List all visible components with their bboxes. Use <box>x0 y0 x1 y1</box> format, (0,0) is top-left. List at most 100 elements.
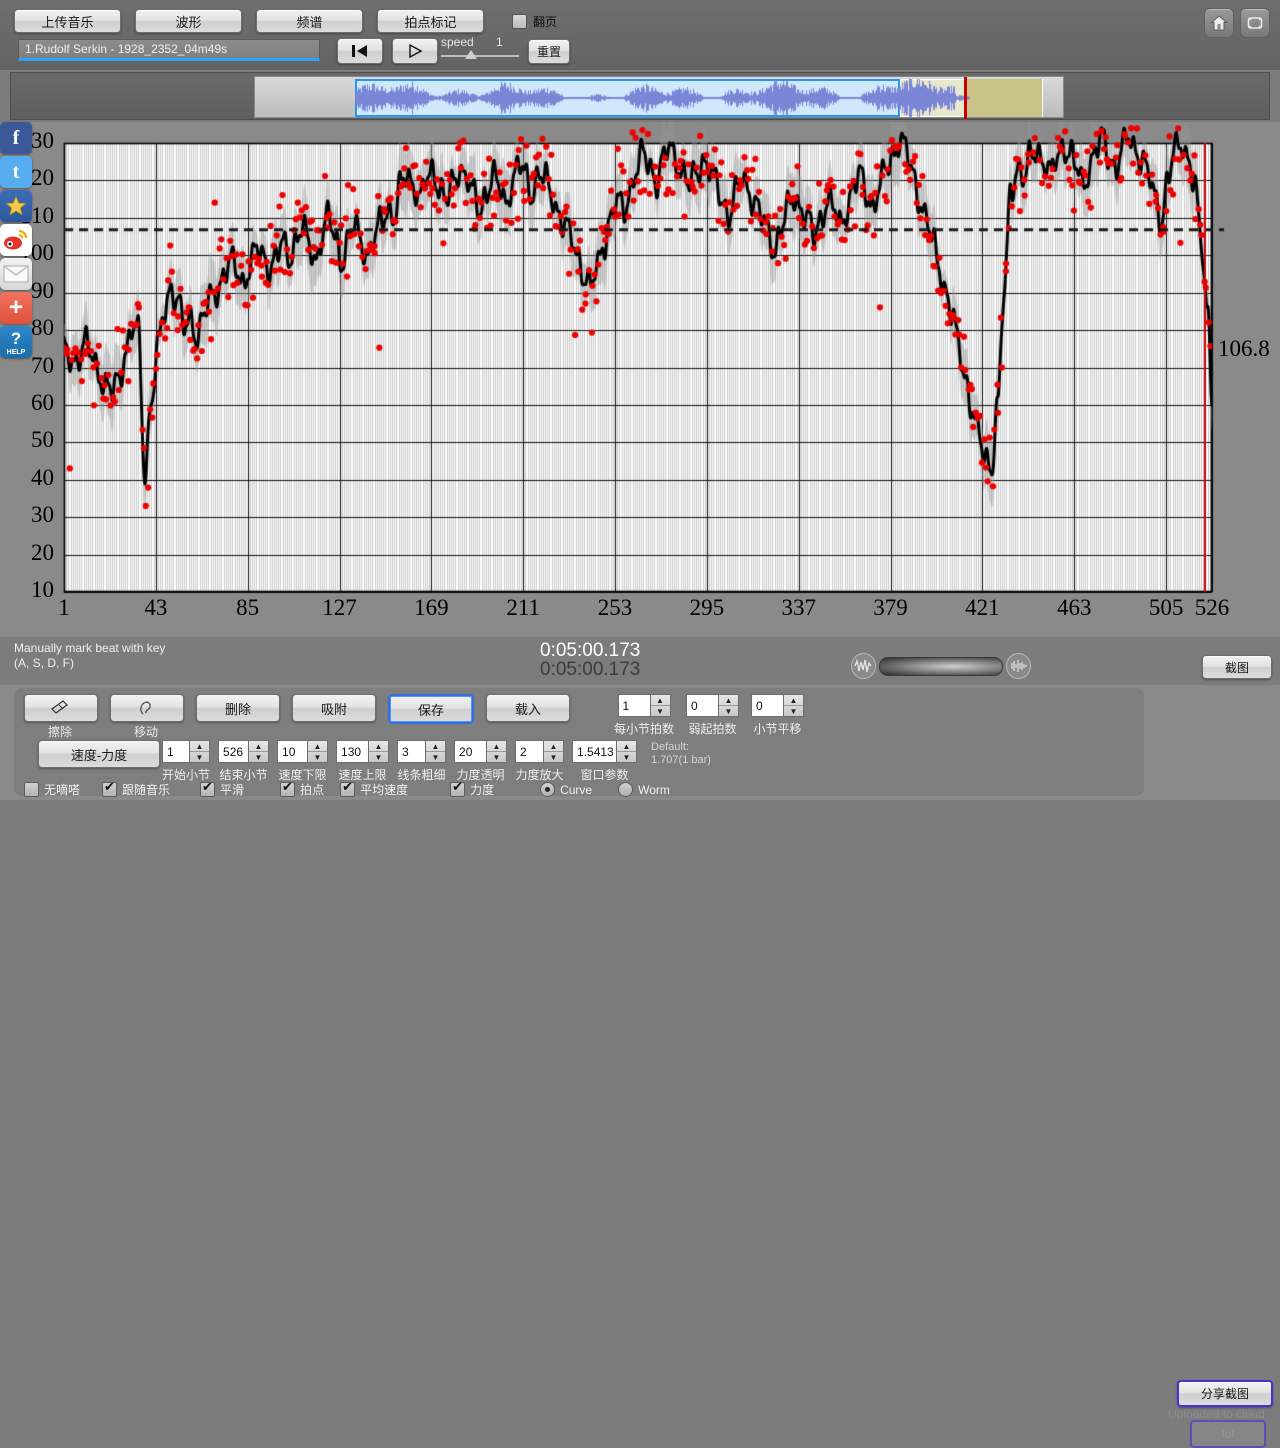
page-flip-checkbox[interactable]: 翻页 <box>512 13 557 30</box>
beats-per-bar-up[interactable]: ▲ <box>651 695 670 706</box>
dynamics-scale-stepper[interactable]: ▲▼ <box>543 740 564 763</box>
twitter-share-button[interactable]: t <box>0 156 32 188</box>
dynamics-scale-down[interactable]: ▼ <box>544 752 563 762</box>
tempo-chart-canvas[interactable] <box>0 122 1280 637</box>
qzone-share-button[interactable] <box>0 190 32 222</box>
tempo-min-stepper[interactable]: ▲▼ <box>307 740 328 763</box>
delete-button[interactable]: 删除 <box>196 694 280 722</box>
dynamics-scale-input[interactable]: 2 <box>515 740 543 763</box>
load-button[interactable]: 载入 <box>486 694 570 722</box>
window-param-up[interactable]: ▲ <box>617 741 636 752</box>
tempo-max-down[interactable]: ▼ <box>369 752 388 762</box>
checkbox-smooth[interactable]: 平滑 <box>200 781 244 798</box>
more-share-button[interactable]: + <box>0 292 32 324</box>
waveform-zoom-slider[interactable] <box>851 653 1031 679</box>
waveform-fine-button[interactable] <box>1006 653 1031 679</box>
mode-curve-dot[interactable] <box>540 782 555 797</box>
capture-button[interactable]: 截图 <box>1202 655 1272 679</box>
end-bar-up[interactable]: ▲ <box>249 741 268 752</box>
tempo-max-stepper[interactable]: ▲▼ <box>368 740 389 763</box>
waveform-overview-track[interactable] <box>254 76 1064 118</box>
page-flip-checkbox-box[interactable] <box>512 14 527 29</box>
dynamics-opacity-input[interactable]: 20 <box>454 740 486 763</box>
line-width-down[interactable]: ▼ <box>426 752 445 762</box>
start-bar-input[interactable]: 1 <box>162 740 189 763</box>
bar-offset-stepper[interactable]: ▲ ▼ <box>783 694 804 717</box>
tempo-max-up[interactable]: ▲ <box>369 741 388 752</box>
share-capture-button[interactable]: 分享截图 <box>1177 1380 1273 1407</box>
mode-worm-dot[interactable] <box>618 782 633 797</box>
pickup-beats-up[interactable]: ▲ <box>719 695 738 706</box>
tempo-chart[interactable]: 102030405060708090100110120130 143851271… <box>0 122 1280 637</box>
window-param-input[interactable]: 1.5413 <box>572 740 616 763</box>
bar-offset-up[interactable]: ▲ <box>784 695 803 706</box>
save-button[interactable]: 保存 <box>388 694 474 724</box>
window-param-down[interactable]: ▼ <box>617 752 636 762</box>
dynamics-box[interactable] <box>450 782 465 797</box>
dynamics-opacity-up[interactable]: ▲ <box>487 741 506 752</box>
line-width-stepper[interactable]: ▲▼ <box>425 740 446 763</box>
help-button[interactable]: ? HELP <box>0 326 32 358</box>
start-bar-down[interactable]: ▼ <box>190 752 209 762</box>
no-tick-box[interactable] <box>24 782 39 797</box>
tempo-dynamics-button[interactable]: 速度-力度 <box>38 740 160 768</box>
erase-tool-button[interactable] <box>24 694 98 722</box>
start-bar-up[interactable]: ▲ <box>190 741 209 752</box>
radio-mode-worm[interactable]: Worm <box>618 782 670 797</box>
tempo-max-input[interactable]: 130 <box>336 740 368 763</box>
play-button[interactable] <box>392 38 438 64</box>
speed-slider-track[interactable] <box>441 55 519 57</box>
reset-button[interactable]: 重置 <box>528 39 570 64</box>
checkbox-dynamics[interactable]: 力度 <box>450 781 494 798</box>
line-width-input[interactable]: 3 <box>397 740 425 763</box>
average-tempo-box[interactable] <box>340 782 355 797</box>
beats-per-bar-down[interactable]: ▼ <box>651 706 670 716</box>
checkbox-follow-music[interactable]: 跟随音乐 <box>102 781 170 798</box>
beats-per-bar-stepper[interactable]: ▲ ▼ <box>650 694 671 717</box>
beats-per-bar-input[interactable]: 1 <box>618 694 650 717</box>
checkbox-beats[interactable]: 拍点 <box>280 781 324 798</box>
end-bar-input[interactable]: 526 <box>218 740 248 763</box>
move-tool-button[interactable] <box>110 694 184 722</box>
tempo-min-up[interactable]: ▲ <box>308 741 327 752</box>
waveform-playhead[interactable] <box>964 77 967 119</box>
window-param-stepper[interactable]: ▲▼ <box>616 740 637 763</box>
end-bar-stepper[interactable]: ▲▼ <box>248 740 269 763</box>
track-name-field[interactable]: 1.Rudolf Serkin - 1928_2352_04m49s <box>18 39 320 61</box>
tab-upload-music[interactable]: 上传音乐 <box>14 9 121 33</box>
waveform-overview[interactable] <box>10 72 1270 120</box>
dynamics-scale-up[interactable]: ▲ <box>544 741 563 752</box>
cloud-link-button[interactable]: lol <box>1190 1420 1266 1448</box>
facebook-share-button[interactable]: f <box>0 122 32 154</box>
home-button[interactable] <box>1204 8 1234 38</box>
line-width-up[interactable]: ▲ <box>426 741 445 752</box>
bar-offset-down[interactable]: ▼ <box>784 706 803 716</box>
tab-beat-marking[interactable]: 拍点标记 <box>377 9 484 33</box>
snap-button[interactable]: 吸附 <box>292 694 376 722</box>
follow-music-box[interactable] <box>102 782 117 797</box>
end-bar-down[interactable]: ▼ <box>249 752 268 762</box>
tab-waveform[interactable]: 波形 <box>135 9 242 33</box>
tempo-min-input[interactable]: 10 <box>277 740 307 763</box>
pickup-beats-down[interactable]: ▼ <box>719 706 738 716</box>
pickup-beats-input[interactable]: 0 <box>686 694 718 717</box>
beats-box[interactable] <box>280 782 295 797</box>
radio-mode-curve[interactable]: Curve <box>540 782 592 797</box>
checkbox-no-tick[interactable]: 无嘀嗒 <box>24 781 80 798</box>
bar-offset-input[interactable]: 0 <box>751 694 783 717</box>
tempo-min-down[interactable]: ▼ <box>308 752 327 762</box>
waveform-zoom-track[interactable] <box>879 657 1003 676</box>
waveform-coarse-button[interactable] <box>851 653 876 679</box>
pickup-beats-stepper[interactable]: ▲ ▼ <box>718 694 739 717</box>
start-bar-stepper[interactable]: ▲▼ <box>189 740 210 763</box>
smooth-box[interactable] <box>200 782 215 797</box>
speed-slider-knob[interactable] <box>465 50 477 59</box>
weibo-share-button[interactable] <box>0 224 32 256</box>
checkbox-average-tempo[interactable]: 平均速度 <box>340 781 408 798</box>
email-share-button[interactable] <box>0 258 32 290</box>
dynamics-opacity-down[interactable]: ▼ <box>487 752 506 762</box>
fullscreen-button[interactable] <box>1240 8 1270 38</box>
dynamics-opacity-stepper[interactable]: ▲▼ <box>486 740 507 763</box>
skip-to-start-button[interactable] <box>337 38 383 64</box>
tab-spectrum[interactable]: 频谱 <box>256 9 363 33</box>
